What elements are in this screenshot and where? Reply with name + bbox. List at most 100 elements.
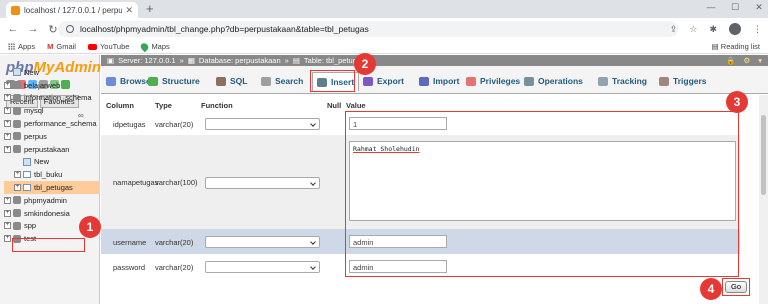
function-select[interactable] <box>205 261 320 273</box>
extensions-icon[interactable]: ✱ <box>709 24 717 35</box>
expand-icon[interactable]: + <box>4 145 11 153</box>
tab-privileges[interactable]: Privileges <box>466 73 520 89</box>
reading-list-label: Reading list <box>720 42 760 51</box>
database-icon: ▦ <box>187 56 195 65</box>
column-type: varchar(20) <box>155 120 194 129</box>
bookmark-star-icon[interactable]: ☆ <box>689 24 697 35</box>
tree-item-label: phpmyadmin <box>24 195 67 205</box>
expand-icon[interactable]: + <box>14 184 21 192</box>
database-icon <box>13 81 21 90</box>
url-text: localhost/phpmyadmin/tbl_change.php?db=p… <box>80 24 369 34</box>
database-icon <box>13 145 21 154</box>
breadcrumb-database[interactable]: Database: perpustakaan <box>199 56 281 65</box>
bookmark-label: Apps <box>18 42 36 51</box>
database-icon <box>13 93 21 102</box>
address-bar[interactable]: localhost/phpmyadmin/tbl_change.php?db=p… <box>58 21 678 37</box>
annotation-box-selected-table <box>12 238 85 252</box>
tab-triggers[interactable]: Triggers <box>659 73 707 89</box>
column-type: varchar(20) <box>155 238 194 247</box>
tab-label: Triggers <box>673 76 707 86</box>
column-name: username <box>113 238 147 247</box>
panel-controls: 🔒 ⚙ ▾ <box>726 56 762 65</box>
annotation-box-values <box>345 111 739 277</box>
back-arrow-icon[interactable]: ← <box>6 23 20 35</box>
tab-browse[interactable]: Browse <box>106 73 151 89</box>
close-tab-icon[interactable]: ✕ <box>125 5 133 16</box>
expand-icon[interactable]: + <box>4 120 11 128</box>
expand-icon[interactable]: + <box>4 107 11 115</box>
tab-import[interactable]: Import <box>419 73 459 89</box>
tab-sql[interactable]: SQL <box>216 73 247 89</box>
function-select[interactable] <box>205 236 320 248</box>
apps-grid-icon <box>8 43 15 50</box>
new-tab-icon[interactable]: + <box>146 1 154 16</box>
collapse-icon[interactable]: ▾ <box>758 56 762 65</box>
export-icon <box>363 76 373 86</box>
breadcrumb-separator: » <box>179 56 184 65</box>
triggers-icon <box>659 76 669 86</box>
tab-operations[interactable]: Operations <box>524 73 583 89</box>
share-icon[interactable]: ⇪ <box>670 24 678 35</box>
tree-item-label: New <box>34 157 50 167</box>
tree-item-label: information_schema <box>24 93 92 103</box>
expand-icon[interactable]: + <box>4 209 11 217</box>
column-type: varchar(20) <box>155 263 194 272</box>
tree-item-performance-schema[interactable]: + performance_schema <box>4 117 100 130</box>
expand-icon[interactable]: + <box>4 132 11 140</box>
lock-icon[interactable]: 🔒 <box>726 56 735 65</box>
expand-icon[interactable]: + <box>4 222 11 230</box>
browser-tab[interactable]: localhost / 127.0.0.1 / perpustakaa ✕ <box>6 2 138 18</box>
column-name: password <box>113 263 146 272</box>
breadcrumb-server[interactable]: Server: 127.0.0.1 <box>118 56 176 65</box>
database-icon <box>13 106 21 115</box>
forward-arrow-icon[interactable]: → <box>26 23 40 35</box>
tree-item-perpus[interactable]: + perpus <box>4 130 100 143</box>
vertical-scrollbar[interactable] <box>759 95 768 304</box>
minimize-icon[interactable]: — <box>706 2 716 13</box>
go-button[interactable]: Go <box>725 281 747 293</box>
column-name: namapetugas <box>113 178 159 187</box>
maximize-icon[interactable]: ☐ <box>730 2 740 13</box>
database-icon <box>13 209 21 218</box>
new-icon <box>23 157 31 166</box>
bookmark-maps[interactable]: Maps <box>139 41 170 52</box>
menu-kebab-icon[interactable]: ⋮ <box>753 24 762 35</box>
tree-item-New[interactable]: New <box>4 66 100 79</box>
tab-label: Privileges <box>480 76 521 86</box>
profile-avatar[interactable] <box>729 23 741 35</box>
tree-item-tbl-petugas[interactable]: + tbl_petugas <box>4 181 100 194</box>
tree-item-tbl-buku[interactable]: + tbl_buku <box>4 168 100 181</box>
expand-icon[interactable]: + <box>4 81 11 89</box>
tree-item-label: perpus <box>24 131 47 141</box>
bookmark-youtube[interactable]: YouTube <box>87 42 129 51</box>
tab-tracking[interactable]: Tracking <box>598 73 647 89</box>
tab-structure[interactable]: Structure <box>148 73 200 89</box>
bookmark-gmail[interactable]: M Gmail <box>47 42 76 51</box>
tree-item-mysql[interactable]: + mysql <box>4 104 100 117</box>
tree-item-New[interactable]: New <box>4 156 100 169</box>
tab-label: Browse <box>120 76 151 86</box>
expand-icon[interactable]: + <box>14 171 21 179</box>
tree-item-information-schema[interactable]: + information_schema <box>4 92 100 105</box>
gear-icon[interactable]: ⚙ <box>744 56 751 65</box>
operations-icon <box>524 76 534 86</box>
expand-icon[interactable]: + <box>4 94 11 102</box>
scrollbar-thumb[interactable] <box>761 115 766 195</box>
privileges-icon <box>466 76 476 86</box>
reading-list-button[interactable]: ▤ Reading list <box>712 42 760 51</box>
tab-search[interactable]: Search <box>261 73 303 89</box>
function-select[interactable] <box>205 177 320 189</box>
close-window-icon[interactable]: ✕ <box>754 2 764 13</box>
tree-item-phpmyadmin[interactable]: + phpmyadmin <box>4 194 100 207</box>
tree-item-perpustakaan[interactable]: + perpustakaan <box>4 143 100 156</box>
site-info-icon[interactable] <box>66 25 74 33</box>
maps-icon <box>139 41 151 52</box>
tab-export[interactable]: Export <box>363 73 404 89</box>
tracking-icon <box>598 76 608 86</box>
function-select[interactable] <box>205 118 320 130</box>
step-badge-2: 2 <box>354 53 376 75</box>
expand-icon[interactable]: + <box>4 196 11 204</box>
expand-icon[interactable]: + <box>4 235 11 243</box>
bookmark-apps[interactable]: Apps <box>8 42 35 51</box>
tree-item-belajarweb[interactable]: + belajarweb <box>4 79 100 92</box>
